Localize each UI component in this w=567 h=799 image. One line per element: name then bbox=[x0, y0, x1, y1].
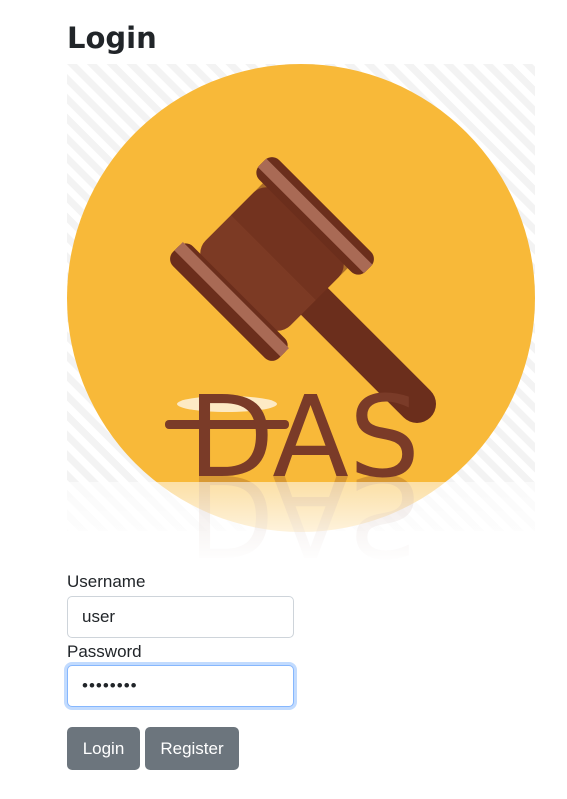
password-input[interactable] bbox=[67, 665, 294, 707]
das-logo: DAS DAS bbox=[67, 64, 535, 564]
username-label: Username bbox=[67, 572, 146, 591]
password-label: Password bbox=[67, 642, 142, 661]
page-title: Login bbox=[67, 21, 157, 55]
login-page: Login DAS Username user Password Login R… bbox=[0, 0, 567, 799]
login-button[interactable]: Login bbox=[67, 727, 140, 770]
register-button[interactable]: Register bbox=[145, 727, 239, 770]
username-input[interactable] bbox=[67, 596, 294, 638]
